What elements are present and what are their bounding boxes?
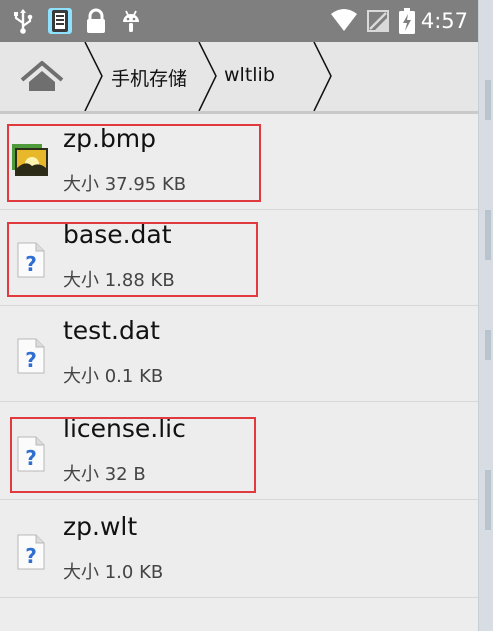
breadcrumb-label: wltlib (224, 64, 275, 86)
breadcrumb: 手机存储 wltlib (0, 42, 478, 114)
window-edge (478, 0, 493, 631)
file-name: zp.wlt (63, 512, 138, 541)
home-icon (20, 61, 64, 91)
highlight-box-license-lic (10, 417, 256, 493)
unknown-file-icon: ? (17, 338, 45, 374)
screen: 4:57 手机存储 wltlib zp.bmp 大小 37.95 KB ? ba… (0, 0, 478, 631)
status-bar: 4:57 (0, 0, 478, 42)
android-debug-icon (120, 0, 142, 42)
wifi-icon (330, 0, 358, 42)
list-item-test-dat[interactable]: ? test.dat 大小 0.1 KB (0, 306, 478, 402)
breadcrumb-item-wltlib[interactable]: wltlib (215, 42, 315, 111)
usb-icon (12, 0, 34, 42)
file-size: 大小 0.1 KB (63, 366, 164, 387)
battery-charging-icon (398, 0, 416, 42)
file-name: test.dat (63, 316, 160, 345)
clock: 4:57 (420, 9, 468, 33)
svg-text:?: ? (25, 348, 37, 372)
breadcrumb-label: 手机存储 (111, 68, 188, 90)
unknown-file-icon: ? (17, 534, 45, 570)
home-button[interactable] (0, 42, 84, 111)
sim-card-icon (47, 0, 73, 42)
list-item-zp-wlt[interactable]: ? zp.wlt 大小 1.0 KB (0, 502, 478, 598)
highlight-box-zp-bmp (7, 124, 261, 202)
highlight-box-base-dat (7, 222, 258, 297)
lock-icon (85, 0, 107, 42)
file-size: 大小 1.0 KB (63, 562, 164, 583)
breadcrumb-item-phone-storage[interactable]: 手机存储 (101, 42, 201, 111)
breadcrumb-separator (313, 42, 332, 111)
no-sim-icon (366, 0, 390, 42)
svg-text:?: ? (25, 544, 37, 568)
